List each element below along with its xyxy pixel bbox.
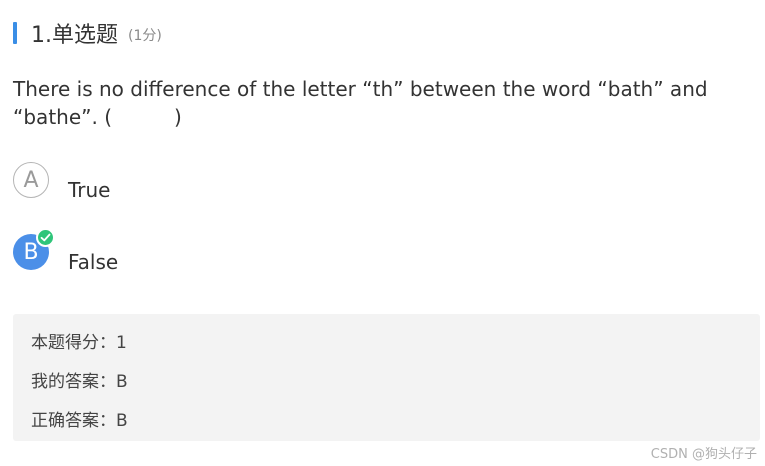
option-b-letter: B: [23, 239, 39, 265]
accent-bar: [13, 22, 17, 44]
question-title: 1.单选题: [31, 23, 118, 48]
correct-answer-line: 正确答案：B: [31, 411, 128, 431]
option-a[interactable]: A True: [13, 158, 110, 202]
option-b-label[interactable]: False: [68, 250, 118, 274]
option-a-circle[interactable]: A: [13, 162, 49, 198]
answer-panel: 本题得分：1 我的答案：B 正确答案：B: [13, 314, 760, 441]
score-line: 本题得分：1: [31, 333, 127, 353]
my-answer-line: 我的答案：B: [31, 372, 128, 392]
option-a-letter: A: [23, 167, 39, 193]
question-header: 1.单选题 (1分): [13, 18, 162, 48]
question-text-main: There is no difference of the letter “th…: [13, 77, 708, 129]
question-text: There is no difference of the letter “th…: [13, 75, 753, 131]
checkmark-icon: [36, 228, 55, 247]
question-text-end: ): [174, 105, 182, 129]
watermark: CSDN @狗头仔子: [650, 447, 757, 462]
option-b[interactable]: B False: [13, 228, 118, 274]
question-score: (1分): [128, 28, 162, 44]
option-b-circle[interactable]: B: [13, 228, 55, 270]
option-a-label[interactable]: True: [68, 178, 110, 202]
